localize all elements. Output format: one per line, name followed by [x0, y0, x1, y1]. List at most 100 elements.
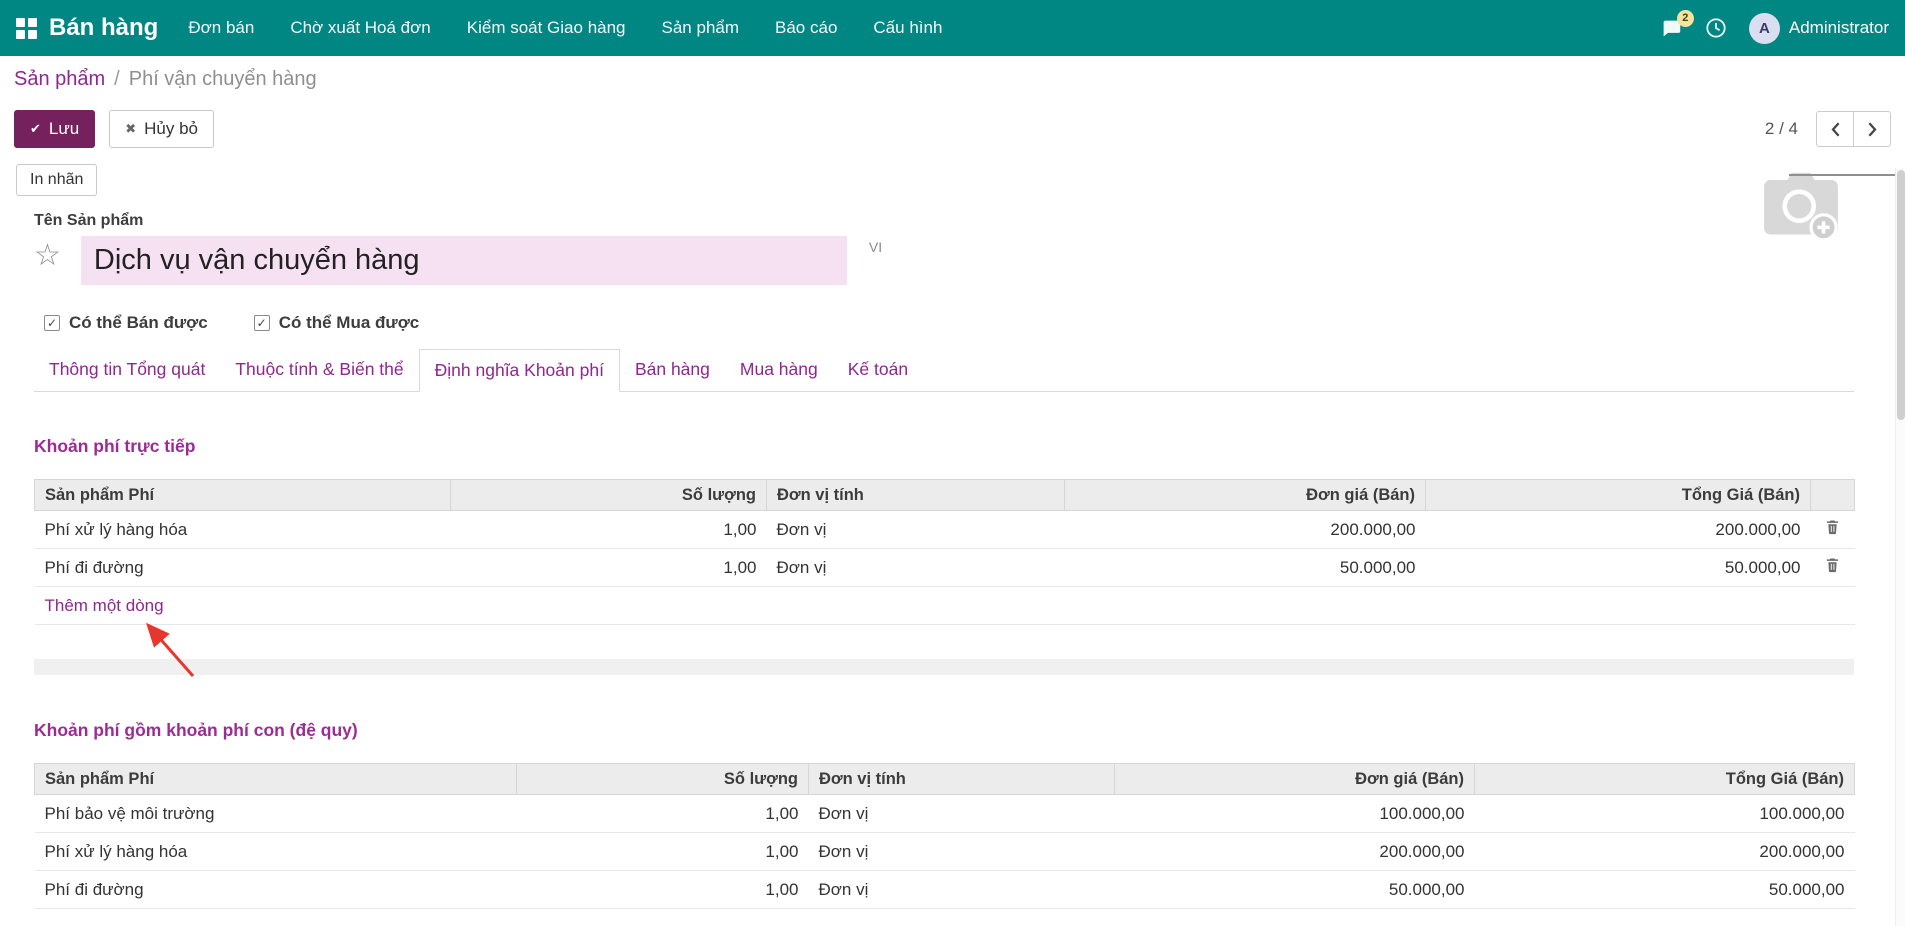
translate-badge[interactable]: VI [869, 239, 882, 255]
nav-item-san-pham[interactable]: Sản phẩm [662, 18, 740, 38]
table-header-row: Sản phẩm Phí Số lượng Đơn vị tính Đơn gi… [34, 763, 1855, 795]
messages-badge: 2 [1676, 9, 1694, 27]
cell-product[interactable]: Phí đi đường [34, 548, 451, 587]
favorite-star-icon[interactable]: ☆ [34, 241, 61, 271]
cell-product[interactable]: Phí bảo vệ môi trường [34, 794, 517, 833]
col-header-price[interactable]: Đơn giá (Bán) [1114, 763, 1475, 795]
cell-price[interactable]: 200.000,00 [1114, 832, 1475, 871]
save-button[interactable]: ✔ Lưu [14, 110, 96, 148]
user-name: Administrator [1788, 18, 1889, 37]
cell-price[interactable]: 100.000,00 [1114, 794, 1475, 833]
cell-price[interactable]: 50.000,00 [1064, 548, 1426, 587]
vertical-scrollbar[interactable] [1895, 168, 1905, 926]
checkbox-checked-icon: ✓ [253, 315, 270, 331]
user-menu[interactable]: A Administrator [1748, 12, 1889, 44]
form-sheet: Tên Sản phẩm ☆ Dịch vụ vận chuyển hàng V… [0, 206, 1855, 909]
print-label-button[interactable]: In nhãn [16, 164, 98, 196]
cell-uom[interactable]: Đơn vị [808, 832, 1115, 871]
cell-total[interactable]: 50.000,00 [1425, 548, 1811, 587]
cell-uom[interactable]: Đơn vị [766, 510, 1065, 549]
chevron-right-icon [1868, 121, 1877, 137]
nav-item-cho-xuat-hoa-don[interactable]: Chờ xuất Hoá đơn [290, 18, 430, 38]
product-name-input[interactable]: Dịch vụ vận chuyển hàng [80, 236, 847, 285]
col-header-uom[interactable]: Đơn vị tính [766, 479, 1065, 511]
app-name[interactable]: Bán hàng [49, 14, 158, 42]
cell-product[interactable]: Phí xử lý hàng hóa [34, 832, 517, 871]
delete-row-button[interactable] [1825, 519, 1840, 535]
table-row[interactable]: Phí bảo vệ môi trường 1,00 Đơn vị 100.00… [34, 794, 1855, 833]
breadcrumb-parent-link[interactable]: Sản phẩm [14, 68, 105, 91]
checkbox-checked-icon: ✓ [44, 315, 60, 331]
user-avatar: A [1748, 12, 1780, 44]
apps-menu-button[interactable] [16, 17, 37, 39]
activities-button[interactable] [1705, 17, 1727, 39]
col-header-uom[interactable]: Đơn vị tính [808, 763, 1115, 795]
close-icon: ✖ [125, 121, 137, 136]
table-row[interactable]: Phí xử lý hàng hóa 1,00 Đơn vị 200.000,0… [34, 832, 1855, 871]
navbar-left: Bán hàng Đơn bán Chờ xuất Hoá đơn Kiểm s… [16, 14, 942, 42]
tab-mua-hang[interactable]: Mua hàng [725, 349, 833, 391]
pager-previous-button[interactable] [1816, 111, 1854, 147]
product-name-label: Tên Sản phẩm [34, 212, 144, 229]
cell-qty[interactable]: 1,00 [516, 832, 809, 871]
pager-next-button[interactable] [1853, 111, 1891, 147]
cell-uom[interactable]: Đơn vị [808, 870, 1115, 909]
col-header-total[interactable]: Tổng Giá (Bán) [1425, 479, 1811, 511]
cell-total[interactable]: 200.000,00 [1474, 832, 1855, 871]
pager: 2 / 4 [1765, 111, 1891, 147]
tab-thong-tin-tong-quat[interactable]: Thông tin Tổng quát [34, 349, 220, 391]
cell-total[interactable]: 50.000,00 [1474, 870, 1855, 909]
cell-total[interactable]: 200.000,00 [1425, 510, 1811, 549]
cell-price[interactable]: 50.000,00 [1114, 870, 1475, 909]
cell-uom[interactable]: Đơn vị [808, 794, 1115, 833]
product-image-upload[interactable] [1758, 168, 1844, 251]
discard-button[interactable]: ✖ Hủy bỏ [109, 110, 214, 148]
nav-item-cau-hinh[interactable]: Cấu hình [873, 18, 942, 38]
cell-total[interactable]: 100.000,00 [1474, 794, 1855, 833]
can-be-sold-label: Có thể Bán được [69, 313, 208, 332]
col-header-qty[interactable]: Số lượng [516, 763, 809, 795]
check-icon: ✔ [30, 121, 41, 136]
clock-icon [1706, 18, 1726, 38]
col-header-qty[interactable]: Số lượng [450, 479, 767, 511]
horizontal-scrollbar[interactable] [1789, 174, 1905, 176]
cell-product[interactable]: Phí xử lý hàng hóa [34, 510, 451, 549]
tab-dinh-nghia-khoan-phi[interactable]: Định nghĩa Khoản phí [418, 349, 620, 392]
col-header-product[interactable]: Sản phẩm Phí [34, 479, 451, 511]
col-header-delete [1810, 479, 1855, 511]
trash-icon [1826, 558, 1839, 573]
save-button-label: Lưu [48, 119, 80, 138]
col-header-product[interactable]: Sản phẩm Phí [34, 763, 517, 795]
delete-row-button[interactable] [1825, 557, 1840, 573]
product-name-row: ☆ Dịch vụ vận chuyển hàng VI [34, 236, 1854, 285]
nav-item-bao-cao[interactable]: Báo cáo [775, 18, 837, 38]
col-header-price[interactable]: Đơn giá (Bán) [1064, 479, 1426, 511]
control-panel: ✔ Lưu ✖ Hủy bỏ 2 / 4 [0, 102, 1905, 156]
cell-product[interactable]: Phí đi đường [34, 870, 517, 909]
cell-qty[interactable]: 1,00 [450, 548, 767, 587]
add-line-row: Thêm một dòng [34, 586, 1855, 625]
scrollbar-thumb[interactable] [1897, 170, 1905, 420]
table-row[interactable]: Phí xử lý hàng hóa 1,00 Đơn vị 200.000,0… [34, 510, 1855, 549]
nav-item-kiem-soat-giao-hang[interactable]: Kiểm soát Giao hàng [467, 18, 626, 38]
tab-thuoc-tinh-bien-the[interactable]: Thuộc tính & Biến thể [220, 349, 418, 391]
col-header-total[interactable]: Tổng Giá (Bán) [1474, 763, 1855, 795]
nav-item-don-ban[interactable]: Đơn bán [188, 18, 254, 38]
recursive-fees-title: Khoản phí gồm khoản phí con (đệ quy) [34, 720, 358, 740]
top-navbar: Bán hàng Đơn bán Chờ xuất Hoá đơn Kiểm s… [0, 0, 1905, 56]
can-be-purchased-checkbox[interactable]: ✓ Có thể Mua được [253, 313, 419, 333]
tab-ban-hang[interactable]: Bán hàng [620, 349, 725, 391]
tab-ke-toan[interactable]: Kế toán [833, 349, 923, 391]
table-row[interactable]: Phí đi đường 1,00 Đơn vị 50.000,00 50.00… [34, 870, 1855, 909]
pager-counter[interactable]: 2 / 4 [1765, 119, 1798, 139]
cell-qty[interactable]: 1,00 [516, 870, 809, 909]
cell-price[interactable]: 200.000,00 [1064, 510, 1426, 549]
add-line-link[interactable]: Thêm một dòng [34, 586, 1855, 625]
messages-button[interactable]: 2 [1660, 9, 1694, 39]
table-row[interactable]: Phí đi đường 1,00 Đơn vị 50.000,00 50.00… [34, 548, 1855, 587]
pager-buttons [1816, 111, 1891, 147]
cell-qty[interactable]: 1,00 [450, 510, 767, 549]
can-be-sold-checkbox[interactable]: ✓ Có thể Bán được [44, 313, 208, 333]
cell-uom[interactable]: Đơn vị [766, 548, 1065, 587]
cell-qty[interactable]: 1,00 [516, 794, 809, 833]
